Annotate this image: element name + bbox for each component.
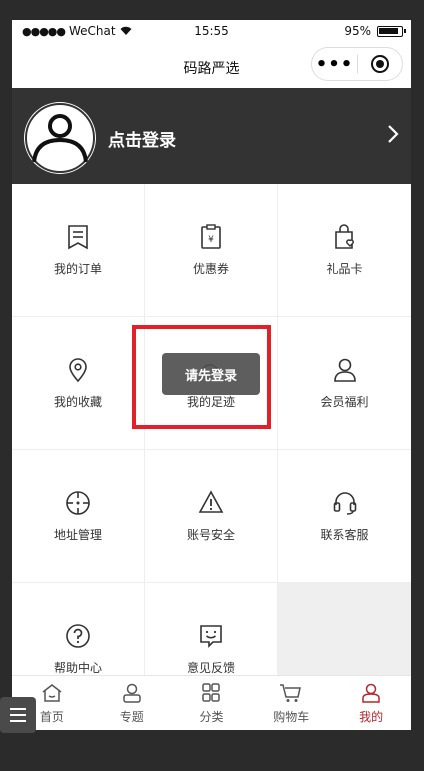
floating-menu-button[interactable] (0, 697, 36, 733)
login-link[interactable]: 点击登录 (108, 126, 176, 151)
menu-line (10, 708, 26, 710)
menu-item-address[interactable]: 地址管理 (12, 450, 145, 583)
menu-item-account-security[interactable]: 账号安全 (145, 450, 278, 583)
tab-category[interactable]: 分类 (172, 676, 252, 730)
question-circle-icon (66, 624, 90, 648)
tab-label: 分类 (199, 710, 224, 724)
person-icon (333, 358, 356, 382)
menu-label: 帮助中心 (53, 661, 102, 675)
tab-topics[interactable]: 专题 (92, 676, 172, 730)
svg-text:¥: ¥ (208, 235, 214, 245)
menu-line (10, 714, 26, 716)
user-avatar-icon (25, 103, 95, 173)
tab-cart[interactable]: 购物车 (251, 676, 331, 730)
status-bar: ●●●●● WeChat 15:55 95% (12, 20, 411, 44)
menu-label: 我的收藏 (53, 395, 102, 409)
menu-line (10, 720, 26, 722)
profile-header[interactable]: 点击登录 (12, 88, 411, 184)
menu-label: 联系客服 (320, 528, 369, 542)
home-icon (42, 684, 62, 702)
feedback-smile-icon (200, 625, 222, 648)
order-list-icon (68, 225, 88, 250)
menu-label: 意见反馈 (186, 661, 235, 675)
target-icon (370, 55, 389, 73)
menu-label: 会员福利 (320, 395, 369, 409)
tab-label: 专题 (119, 710, 144, 724)
menu-item-gift-card[interactable]: 礼品卡 (278, 184, 411, 317)
menu-item-member-benefits[interactable]: 会员福利 (278, 317, 411, 450)
close-miniprogram-button[interactable] (358, 55, 402, 73)
category-grid-icon (202, 683, 221, 702)
menu-label: 礼品卡 (326, 262, 363, 276)
cart-icon (280, 684, 302, 702)
avatar[interactable] (24, 102, 96, 174)
location-pin-icon (69, 358, 87, 383)
crosshair-icon (66, 491, 90, 515)
menu-item-customer-service[interactable]: 联系客服 (278, 450, 411, 583)
tab-label: 购物车 (273, 710, 310, 724)
menu-label: 我的订单 (53, 262, 102, 276)
tab-mine[interactable]: 我的 (331, 676, 411, 730)
bottom-tab-bar: 首页 专题 分类 购物车 我的 (12, 675, 411, 730)
warning-icon (198, 490, 224, 513)
menu-item-orders[interactable]: 我的订单 (12, 184, 145, 317)
more-button[interactable]: ••• (312, 54, 357, 75)
miniprogram-capsule: ••• (311, 47, 403, 81)
nav-bar: 码路严选 ••• (12, 44, 411, 88)
menu-item-coupons[interactable]: ¥ 优惠券 (145, 184, 278, 317)
menu-item-favorites[interactable]: 我的收藏 (12, 317, 145, 450)
phone-screen: ●●●●● WeChat 15:55 95% 码路严选 ••• 点击登录 我的订… (12, 20, 411, 730)
battery-percent: 95% (344, 24, 371, 38)
battery-icon (377, 25, 406, 37)
highlight-box (132, 325, 271, 429)
tab-label: 我的 (359, 710, 384, 724)
mine-person-icon (362, 683, 380, 703)
topics-person-icon (122, 683, 141, 703)
menu-label: 优惠券 (192, 262, 229, 276)
chevron-right-icon (388, 125, 399, 143)
menu-label: 地址管理 (53, 528, 102, 542)
gift-bag-icon (334, 224, 354, 249)
menu-label: 账号安全 (186, 528, 235, 542)
headset-icon (333, 492, 356, 515)
status-right: 95% (344, 24, 406, 38)
coupon-icon: ¥ (201, 224, 221, 249)
